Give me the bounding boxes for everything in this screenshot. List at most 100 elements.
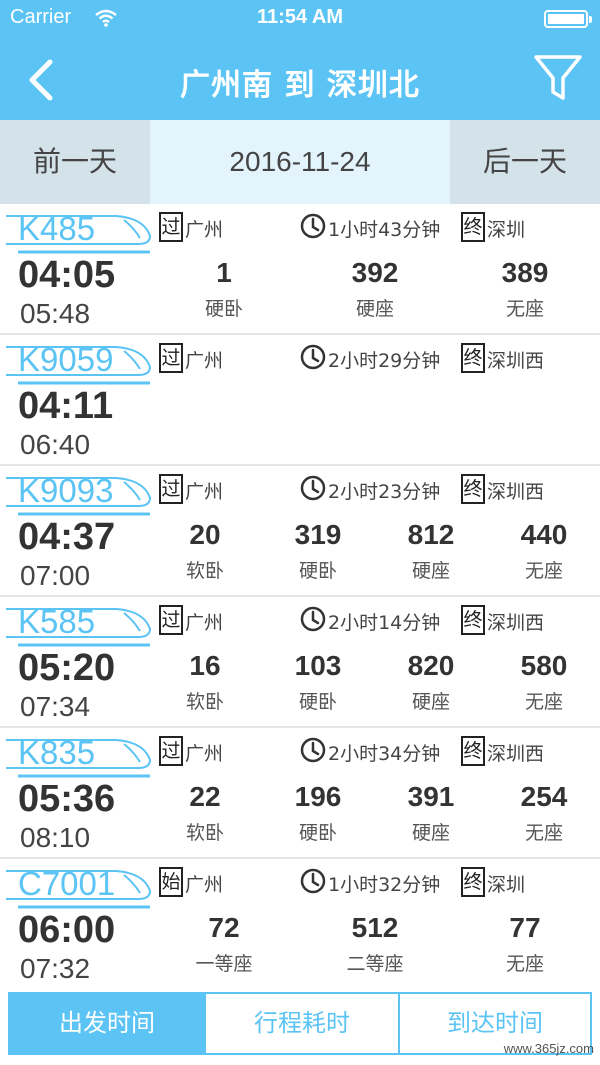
seat-type: 硬座: [411, 822, 450, 844]
seat-count: 580: [520, 650, 568, 681]
arrive-time: 07:00: [20, 560, 91, 591]
seat-type: 硬座: [355, 298, 394, 320]
depart-time: 04:05: [18, 254, 116, 296]
seat-type: 硬座: [411, 691, 450, 713]
seat-type: 无座: [524, 560, 563, 582]
clock-icon: [300, 737, 326, 763]
seat-count: 16: [189, 650, 221, 681]
train-number: K9093: [18, 472, 114, 509]
seat-availability: 1 硬卧: [164, 252, 284, 324]
from-station: 广州: [185, 219, 224, 241]
train-number: K9059: [18, 341, 114, 378]
seat-availability: 20 软卧: [145, 514, 265, 586]
to-station: 深圳西: [487, 612, 545, 634]
seat-type: 无座: [505, 298, 544, 320]
watermark: www.365jz.com: [503, 1041, 594, 1056]
train-number: C7001: [18, 865, 116, 902]
status-time: 11:54 AM: [257, 6, 343, 28]
trip-duration: 1小时32分钟: [328, 874, 441, 896]
seat-type: 硬卧: [298, 560, 337, 582]
seat-availability: 820 硬座: [371, 645, 491, 717]
depart-time: 04:11: [18, 385, 114, 427]
seat-availability: 16 软卧: [145, 645, 265, 717]
seat-availability: 391 硬座: [371, 776, 491, 848]
depart-time: 04:37: [18, 516, 116, 558]
seat-type: 二等座: [346, 953, 404, 975]
previous-day-button[interactable]: 前一天: [0, 120, 150, 204]
train-row[interactable]: C7001 06:00 07:32 始广州 1小时32分钟终深圳 72 一等座 512 二等座 7…: [0, 859, 600, 984]
arrive-time: 08:10: [20, 822, 91, 853]
train-number: K485: [18, 210, 96, 247]
filter-icon[interactable]: [532, 52, 584, 104]
page-title: 广州南 到 深圳北: [180, 68, 420, 103]
arrive-time: 06:40: [20, 429, 91, 460]
battery-icon: [544, 10, 592, 28]
terminal-badge: 终: [461, 343, 485, 373]
to-station: 深圳西: [487, 481, 545, 503]
seat-type: 软卧: [185, 560, 224, 582]
status-bar: Carrier 11:54 AM: [0, 0, 600, 40]
seat-count: 812: [407, 519, 455, 550]
from-station: 广州: [185, 350, 224, 372]
current-date[interactable]: 2016-11-24: [150, 120, 450, 204]
seat-count: 196: [294, 781, 342, 812]
seat-count: 319: [294, 519, 342, 550]
seat-count: 77: [509, 912, 541, 943]
seat-availability: 196 硬卧: [258, 776, 378, 848]
seat-availability: 389 无座: [465, 252, 585, 324]
tab-duration[interactable]: 行程耗时: [204, 994, 398, 1053]
seat-availability: 440 无座: [484, 514, 600, 586]
next-day-button[interactable]: 后一天: [450, 120, 600, 204]
to-station: 深圳: [487, 219, 526, 241]
seat-count: 72: [208, 912, 240, 943]
seat-count: 103: [294, 650, 342, 681]
seat-count: 820: [407, 650, 455, 681]
seat-availability: 77 无座: [465, 907, 585, 979]
seat-type: 硬座: [411, 560, 450, 582]
clock-icon: [300, 606, 326, 632]
trip-duration: 2小时14分钟: [328, 612, 441, 634]
to-station: 深圳: [487, 874, 526, 896]
seat-count: 440: [520, 519, 568, 550]
pass-start-badge: 过: [159, 736, 183, 766]
seat-type: 无座: [505, 953, 544, 975]
terminal-badge: 终: [461, 474, 485, 504]
pass-start-badge: 始: [159, 867, 183, 897]
train-row[interactable]: K485 04:05 05:48 过广州 1小时43分钟终深圳 1 硬卧 392 硬座 389 无座: [0, 204, 600, 335]
train-row[interactable]: K835 05:36 08:10 过广州 2小时34分钟终深圳西 22 软卧 196 硬卧 391…: [0, 728, 600, 859]
seat-availability: 392 硬座: [315, 252, 435, 324]
trip-duration: 1小时43分钟: [328, 219, 441, 241]
seat-type: 软卧: [185, 822, 224, 844]
train-row[interactable]: K585 05:20 07:34 过广州 2小时14分钟终深圳西 16 软卧 103 硬卧 820…: [0, 597, 600, 728]
seat-count: 391: [407, 781, 455, 812]
seat-type: 无座: [524, 691, 563, 713]
seat-availability: 72 一等座: [164, 907, 284, 979]
arrive-time: 07:32: [20, 953, 91, 984]
from-station: 广州: [185, 612, 224, 634]
depart-time: 06:00: [18, 909, 116, 951]
pass-start-badge: 过: [159, 343, 183, 373]
train-row[interactable]: K9093 04:37 07:00 过广州 2小时23分钟终深圳西 20 软卧 319 硬卧 81…: [0, 466, 600, 597]
header: Carrier 11:54 AM 广州南 到 深圳北: [0, 0, 600, 120]
seat-count: 512: [351, 912, 399, 943]
seat-type: 无座: [524, 822, 563, 844]
terminal-badge: 终: [461, 867, 485, 897]
to-station: 深圳西: [487, 743, 545, 765]
seat-type: 硬卧: [298, 691, 337, 713]
clock-icon: [300, 213, 326, 239]
seat-count: 392: [351, 257, 399, 288]
seat-availability: 319 硬卧: [258, 514, 378, 586]
from-station: 广州: [185, 481, 224, 503]
seat-count: 254: [520, 781, 568, 812]
seat-availability: 512 二等座: [315, 907, 435, 979]
train-row[interactable]: K9059 04:11 06:40 过广州 2小时29分钟终深圳西: [0, 335, 600, 466]
clock-icon: [300, 475, 326, 501]
terminal-badge: 终: [461, 212, 485, 242]
trip-duration: 2小时34分钟: [328, 743, 441, 765]
seat-availability: 254 无座: [484, 776, 600, 848]
pass-start-badge: 过: [159, 474, 183, 504]
clock-icon: [300, 868, 326, 894]
tab-depart-time[interactable]: 出发时间: [10, 994, 204, 1053]
terminal-badge: 终: [461, 605, 485, 635]
arrive-time: 05:48: [20, 298, 91, 329]
